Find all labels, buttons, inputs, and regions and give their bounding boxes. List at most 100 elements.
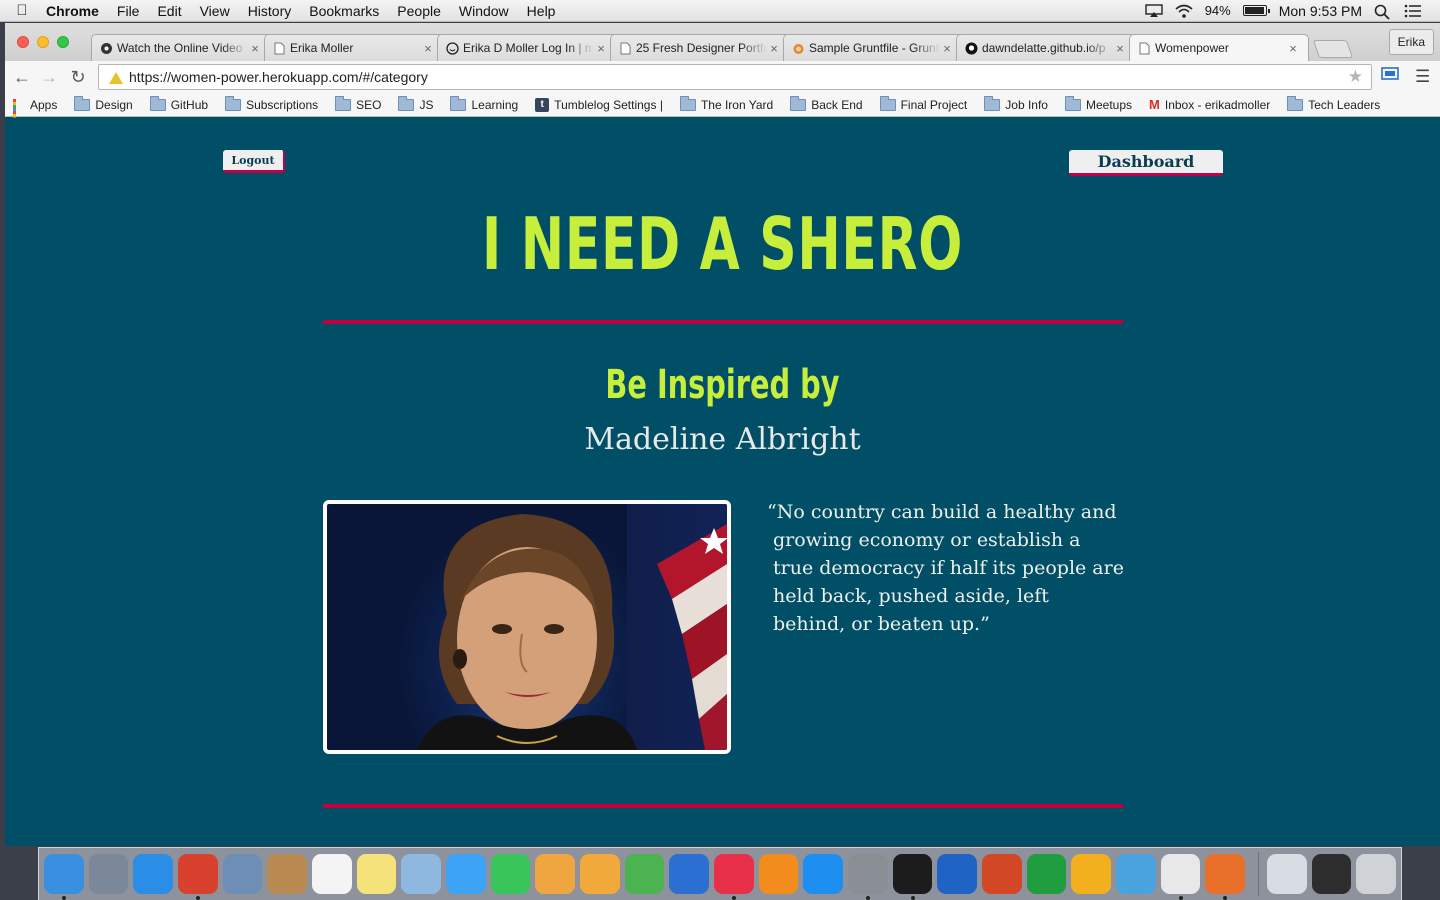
notification-center-icon[interactable] (1404, 4, 1422, 18)
outlook-icon[interactable] (1071, 854, 1112, 894)
airplay-icon[interactable] (1145, 3, 1163, 18)
back-arrow-icon[interactable]: ← (11, 65, 33, 89)
menu-app-name[interactable]: Chrome (44, 3, 108, 19)
close-tab-icon[interactable]: × (594, 41, 608, 56)
menu-edit[interactable]: Edit (148, 3, 190, 19)
bookmark-tech-leaders[interactable]: Tech Leaders (1287, 95, 1380, 112)
network-globe-icon[interactable] (1116, 854, 1156, 894)
tab-erika-login[interactable]: Erika D Moller Log In | m × (437, 34, 617, 61)
bookmark-design[interactable]: Design (74, 95, 133, 112)
shero-quote: “No country can build a healthy and grow… (767, 501, 1124, 635)
itunes-icon[interactable] (714, 854, 754, 900)
bookmark-meetups[interactable]: Meetups (1064, 95, 1132, 112)
tab-watch-online-video[interactable]: Watch the Online Video × (91, 34, 271, 61)
new-tab-button[interactable] (1312, 40, 1354, 58)
word-icon[interactable] (937, 854, 978, 894)
bookmark-github[interactable]: GitHub (149, 95, 208, 112)
messages-icon[interactable] (446, 854, 486, 894)
launchpad-icon[interactable] (88, 854, 129, 894)
spotlight-search-icon[interactable] (1374, 4, 1392, 20)
chrome-icon[interactable] (178, 854, 218, 900)
menu-bookmarks[interactable]: Bookmarks (300, 3, 388, 19)
zoom-window-button[interactable] (57, 36, 69, 48)
bookmark-apps[interactable]: Apps (13, 97, 58, 126)
system-preferences-icon[interactable] (848, 854, 888, 900)
photos-icon[interactable] (535, 854, 576, 894)
close-tab-icon[interactable]: × (1113, 41, 1127, 56)
close-tab-icon[interactable]: × (248, 41, 262, 56)
address-bar[interactable]: https://women-power.herokuapp.com/#/cate… (98, 64, 1372, 90)
bookmark-label: Learning (471, 97, 519, 112)
bookmark-back-end[interactable]: Back End (790, 95, 863, 112)
bookmark-label: Apps (30, 97, 58, 112)
bookmark-star-icon[interactable]: ★ (1348, 67, 1363, 87)
documents-icon[interactable] (1267, 854, 1307, 894)
calendar-icon[interactable] (312, 854, 352, 894)
facetime-icon[interactable] (490, 854, 531, 894)
bookmark-learning[interactable]: Learning (450, 95, 519, 112)
terminal-icon[interactable] (892, 854, 933, 900)
close-tab-icon[interactable]: × (767, 41, 781, 56)
logout-button[interactable]: Logout (223, 150, 285, 173)
menu-file[interactable]: File (108, 3, 149, 19)
tab-title: dawndelatte.github.io/p (982, 41, 1106, 55)
menu-window[interactable]: Window (450, 3, 518, 19)
ibooks-icon[interactable] (758, 854, 799, 894)
sublime-text-icon[interactable] (1205, 854, 1246, 900)
notes-icon[interactable] (356, 854, 397, 894)
preview-icon[interactable] (401, 854, 442, 894)
reload-icon[interactable]: ↻ (67, 65, 89, 89)
close-tab-icon[interactable]: × (1286, 41, 1300, 56)
close-window-button[interactable] (17, 36, 29, 48)
bookmark-subscriptions[interactable]: Subscriptions (225, 95, 318, 112)
apple-menu-icon[interactable]:  (0, 2, 44, 19)
address-url[interactable]: https://women-power.herokuapp.com/#/cate… (129, 69, 428, 85)
forward-arrow-icon[interactable]: → (38, 65, 60, 89)
console-icon[interactable] (1311, 854, 1352, 894)
bookmark-js[interactable]: JS (398, 95, 433, 112)
menu-view[interactable]: View (191, 3, 239, 19)
bookmark-seo[interactable]: SEO (335, 95, 381, 112)
grunt-favicon-icon (792, 42, 805, 55)
tab-erika-moller[interactable]: Erika Moller × (264, 34, 444, 61)
powerpoint-icon[interactable] (982, 854, 1022, 894)
menu-clock[interactable]: Mon 9:53 PM (1279, 3, 1362, 19)
tab-sample-gruntfile[interactable]: Sample Gruntfile - Grunt × (783, 34, 963, 61)
numbers-icon[interactable] (624, 854, 665, 894)
finder-icon[interactable] (44, 854, 84, 900)
tab-designer-portfolios[interactable]: 25 Fresh Designer Portfo × (610, 34, 790, 61)
dashboard-button[interactable]: Dashboard (1069, 150, 1223, 176)
app-store-icon[interactable] (803, 854, 844, 894)
battery-icon[interactable] (1242, 5, 1270, 16)
trash-icon[interactable] (1356, 854, 1397, 894)
bookmark-job-info[interactable]: Job Info (984, 95, 1048, 112)
close-tab-icon[interactable]: × (421, 41, 435, 56)
tab-title: Sample Gruntfile - Grunt (809, 41, 940, 55)
slack-icon[interactable] (1160, 854, 1201, 900)
pages-icon[interactable] (580, 854, 620, 894)
page-icon (1138, 42, 1151, 55)
wifi-icon[interactable] (1175, 4, 1193, 18)
keynote-icon[interactable] (669, 854, 710, 894)
menu-history[interactable]: History (239, 3, 301, 19)
safari-icon[interactable] (133, 854, 174, 894)
folder-icon (398, 95, 415, 111)
tab-dawndelatte-github[interactable]: dawndelatte.github.io/p × (956, 34, 1136, 61)
chrome-menu-icon[interactable]: ☰ (1415, 65, 1430, 89)
bookmark-tumblelog-settings[interactable]: t Tumblelog Settings | (535, 97, 663, 112)
bookmark-final-project[interactable]: Final Project (879, 95, 967, 112)
profile-button[interactable]: Erika (1388, 29, 1434, 55)
menu-help[interactable]: Help (518, 3, 565, 19)
minimize-window-button[interactable] (37, 36, 49, 48)
mail-bird-icon[interactable] (222, 854, 263, 894)
excel-icon[interactable] (1026, 854, 1067, 894)
warning-lock-icon[interactable] (109, 71, 123, 84)
menu-people[interactable]: People (388, 3, 450, 19)
contacts-icon[interactable] (267, 854, 308, 894)
browser-toolbar: ← → ↻ https://women-power.herokuapp.com/… (5, 61, 1440, 93)
bookmark-iron-yard[interactable]: The Iron Yard (679, 95, 773, 112)
cast-icon[interactable] (1381, 65, 1399, 89)
bookmark-gmail-inbox[interactable]: M Inbox - erikadmoller (1149, 97, 1270, 112)
tab-womenpower[interactable]: Womenpower × (1129, 34, 1309, 61)
close-tab-icon[interactable]: × (940, 41, 954, 56)
